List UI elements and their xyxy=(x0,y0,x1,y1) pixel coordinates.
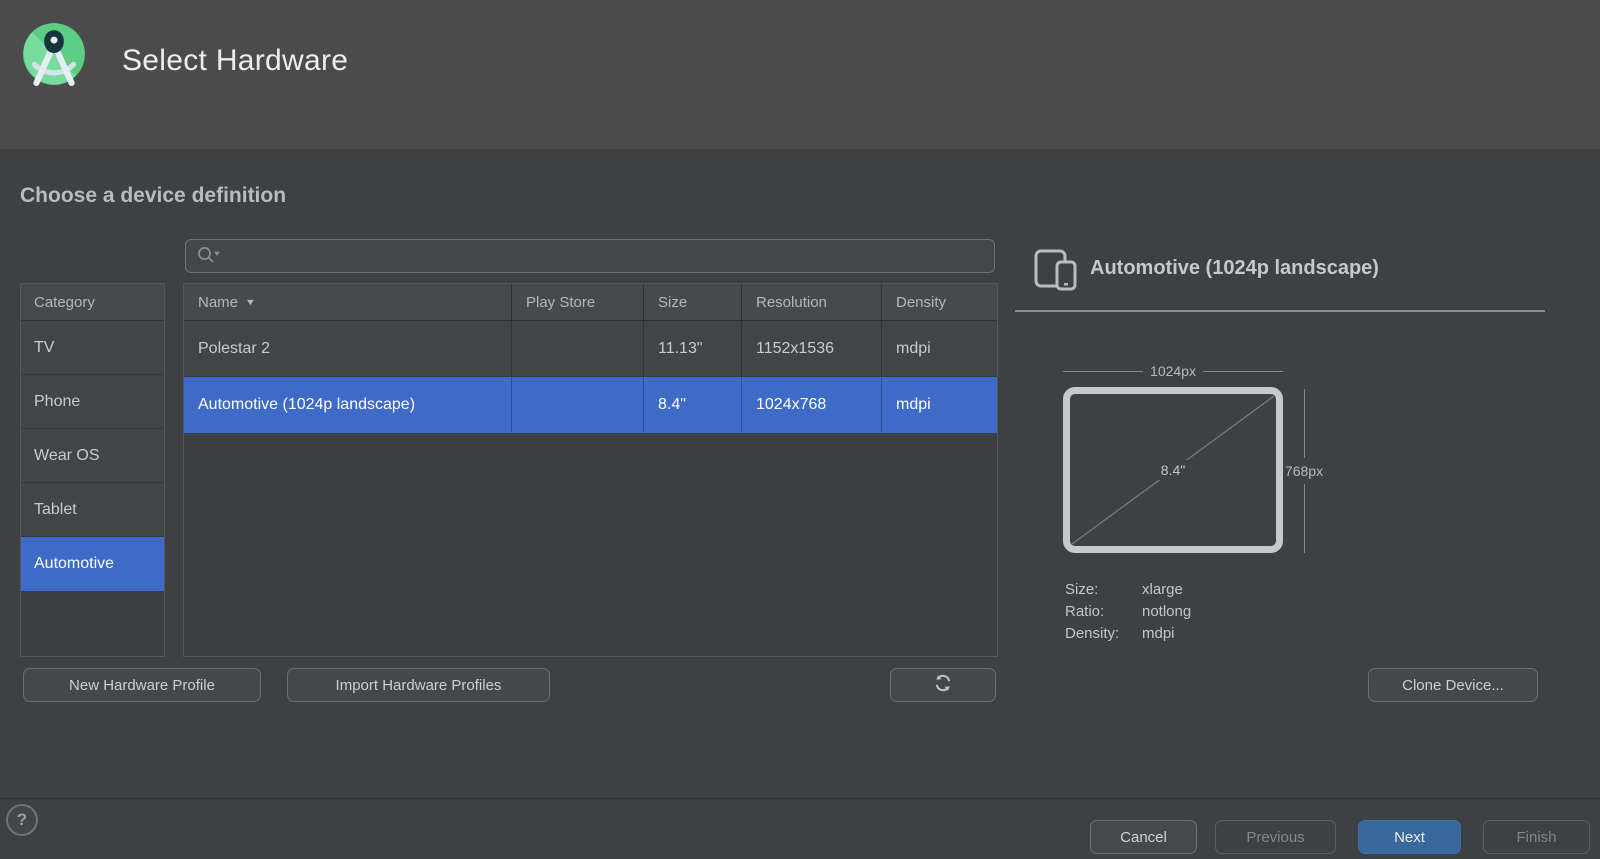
selected-device-title: Automotive (1024p landscape) xyxy=(1090,257,1379,280)
column-header-resolution[interactable]: Resolution xyxy=(742,284,882,320)
cancel-button[interactable]: Cancel xyxy=(1090,820,1197,854)
previous-button[interactable]: Previous xyxy=(1215,820,1336,854)
sort-desc-icon: ▼ xyxy=(245,297,257,307)
page-heading: Choose a device definition xyxy=(20,184,286,208)
devices-icon xyxy=(1033,249,1079,296)
cell-resolution: 1152x1536 xyxy=(742,321,882,376)
device-search-box[interactable] xyxy=(185,239,995,273)
next-button[interactable]: Next xyxy=(1358,820,1461,854)
finish-button[interactable]: Finish xyxy=(1483,820,1590,854)
category-column-header: Category xyxy=(21,284,164,321)
refresh-button[interactable] xyxy=(890,668,996,702)
cell-density: mdpi xyxy=(882,377,997,432)
cell-name: Polestar 2 xyxy=(184,321,512,376)
column-header-play-store[interactable]: Play Store xyxy=(512,284,644,320)
height-dimension: 768px xyxy=(1281,389,1327,553)
height-label: 768px xyxy=(1285,463,1323,479)
android-studio-logo-icon xyxy=(21,21,87,87)
category-item-phone[interactable]: Phone xyxy=(21,375,164,429)
select-hardware-dialog: Select Hardware Choose a device definiti… xyxy=(0,0,1600,859)
refresh-icon xyxy=(932,672,954,698)
cell-name: Automotive (1024p landscape) xyxy=(184,377,512,432)
device-screen-diagram: 8.4" xyxy=(1063,387,1283,553)
cell-size: 8.4" xyxy=(644,377,742,432)
cell-play-store xyxy=(512,321,644,376)
category-item-tablet[interactable]: Tablet xyxy=(21,483,164,537)
cell-density: mdpi xyxy=(882,321,997,376)
dialog-title: Select Hardware xyxy=(122,44,348,78)
spec-size: Size: xlarge xyxy=(1065,578,1191,600)
table-header-row: Name ▼ Play Store Size Resolution Densit… xyxy=(184,284,997,321)
column-header-density[interactable]: Density xyxy=(882,284,997,320)
table-row-polestar-2[interactable]: Polestar 2 11.13" 1152x1536 mdpi xyxy=(184,321,997,377)
spec-density: Density: mdpi xyxy=(1065,622,1191,644)
search-input[interactable] xyxy=(226,247,986,266)
category-item-wear-os[interactable]: Wear OS xyxy=(21,429,164,483)
details-divider xyxy=(1015,310,1545,312)
diagonal-size-label: 8.4" xyxy=(1156,460,1190,480)
cell-resolution: 1024x768 xyxy=(742,377,882,432)
width-dimension: 1024px xyxy=(1063,363,1283,379)
dialog-titlebar: Select Hardware xyxy=(0,0,1600,149)
search-icon[interactable] xyxy=(196,245,222,270)
spec-ratio: Ratio: notlong xyxy=(1065,600,1191,622)
import-hardware-profiles-button[interactable]: Import Hardware Profiles xyxy=(287,668,550,702)
device-definition-table: Name ▼ Play Store Size Resolution Densit… xyxy=(183,283,998,657)
category-item-tv[interactable]: TV xyxy=(21,321,164,375)
category-item-automotive[interactable]: Automotive xyxy=(21,537,164,591)
table-row-automotive-1024p[interactable]: Automotive (1024p landscape) 8.4" 1024x7… xyxy=(184,377,997,433)
new-hardware-profile-button[interactable]: New Hardware Profile xyxy=(23,668,261,702)
cell-size: 11.13" xyxy=(644,321,742,376)
cell-play-store xyxy=(512,377,644,432)
clone-device-button[interactable]: Clone Device... xyxy=(1368,668,1538,702)
category-panel: Category TV Phone Wear OS Tablet Automot… xyxy=(20,283,165,657)
help-button[interactable]: ? xyxy=(6,804,38,836)
device-specs: Size: xlarge Ratio: notlong Density: mdp… xyxy=(1065,578,1191,644)
column-header-size[interactable]: Size xyxy=(644,284,742,320)
dialog-footer: ? Cancel Previous Next Finish xyxy=(0,798,1600,859)
column-header-name[interactable]: Name ▼ xyxy=(184,284,512,320)
width-label: 1024px xyxy=(1150,363,1196,379)
